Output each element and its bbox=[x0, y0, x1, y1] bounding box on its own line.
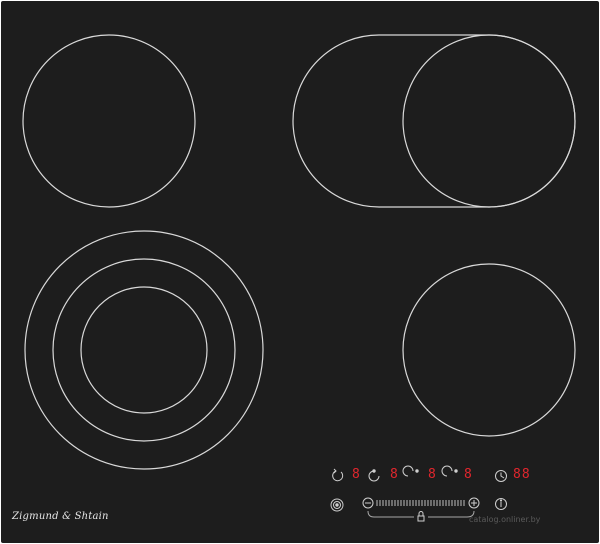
lock-icon[interactable] bbox=[417, 511, 425, 522]
zone-selector-front-right-icon[interactable] bbox=[441, 465, 458, 477]
minus-icon[interactable] bbox=[362, 497, 374, 509]
power-icon[interactable] bbox=[330, 498, 344, 512]
cooking-zones bbox=[22, 34, 576, 522]
zone-selector-rear-right-icon[interactable] bbox=[368, 469, 380, 482]
timer-icon[interactable] bbox=[495, 470, 507, 482]
cooktop-panel: 8 8 8 8 88 Zigmund & Shtain catalog.onli… bbox=[1, 1, 599, 543]
zone-rear-right bbox=[402, 34, 576, 208]
zone-selector-rear-left-icon[interactable] bbox=[332, 468, 344, 482]
timer-display: 88 bbox=[513, 467, 531, 482]
zone-front-left-outer bbox=[24, 230, 264, 470]
zone-selector-front-left-icon[interactable] bbox=[402, 465, 419, 477]
zone-display-rear-left: 8 bbox=[352, 467, 361, 482]
zone-front-left-inner bbox=[80, 286, 208, 414]
zone-rear-right-extended bbox=[292, 34, 576, 208]
zone-front-left-middle bbox=[52, 258, 236, 442]
zone-display-front-left: 8 bbox=[428, 467, 437, 482]
watermark: catalog.onliner.by bbox=[469, 515, 541, 524]
power-level-slider[interactable] bbox=[376, 500, 465, 506]
zone-rear-left bbox=[22, 34, 196, 208]
info-icon[interactable] bbox=[495, 498, 507, 510]
zone-display-rear-right: 8 bbox=[390, 467, 399, 482]
zone-front-right bbox=[402, 263, 576, 437]
plus-icon[interactable] bbox=[468, 497, 480, 509]
brand-logo: Zigmund & Shtain bbox=[12, 511, 109, 522]
zone-display-front-right: 8 bbox=[464, 467, 473, 482]
